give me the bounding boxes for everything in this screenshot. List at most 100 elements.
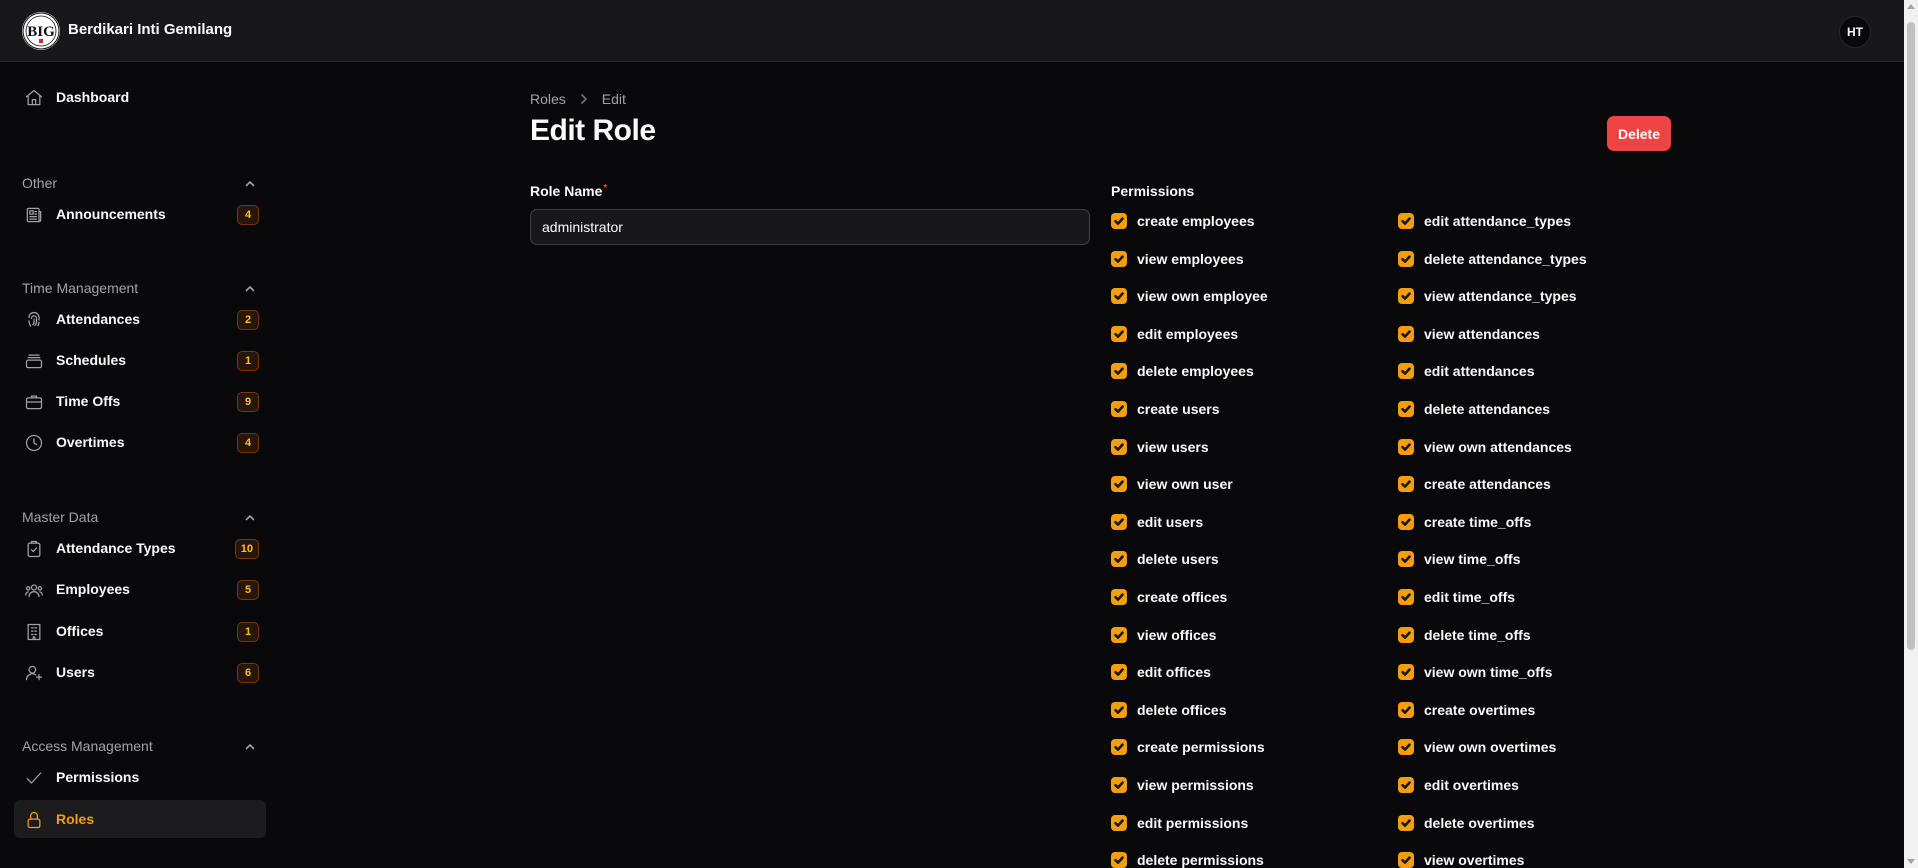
permission-item[interactable]: view attendances xyxy=(1398,324,1658,344)
permission-item[interactable]: create overtimes xyxy=(1398,700,1658,720)
permission-item[interactable]: view offices xyxy=(1111,625,1371,645)
chevron-up-icon[interactable] xyxy=(244,740,256,752)
permission-item[interactable]: delete attendances xyxy=(1398,399,1658,419)
sidebar-item-time-offs[interactable]: Time Offs 9 xyxy=(14,382,266,420)
permission-checkbox[interactable] xyxy=(1111,777,1127,793)
permission-checkbox[interactable] xyxy=(1111,476,1127,493)
permission-item[interactable]: delete offices xyxy=(1111,700,1371,720)
permission-item[interactable]: edit attendance_types xyxy=(1398,211,1658,231)
permission-item[interactable]: edit time_offs xyxy=(1398,587,1658,607)
permission-checkbox[interactable] xyxy=(1111,626,1127,643)
permission-checkbox[interactable] xyxy=(1111,363,1127,380)
group-header-access-management[interactable]: Access Management xyxy=(22,736,258,756)
permission-checkbox[interactable] xyxy=(1111,213,1127,229)
permission-item[interactable]: edit users xyxy=(1111,512,1371,532)
chevron-up-icon[interactable] xyxy=(244,177,256,189)
permission-checkbox[interactable] xyxy=(1398,852,1414,868)
permission-item[interactable]: delete users xyxy=(1111,549,1371,569)
sidebar-item-offices[interactable]: Offices 1 xyxy=(14,612,266,650)
permission-item[interactable]: delete attendance_types xyxy=(1398,249,1658,269)
permission-checkbox[interactable] xyxy=(1111,739,1127,756)
brand-name[interactable]: Berdikari Inti Gemilang xyxy=(68,21,232,38)
permission-item[interactable]: edit attendances xyxy=(1398,361,1658,381)
permission-checkbox[interactable] xyxy=(1398,589,1414,605)
sidebar-item-dashboard[interactable]: Dashboard xyxy=(14,78,266,116)
permission-item[interactable]: view time_offs xyxy=(1398,549,1658,569)
sidebar-item-overtimes[interactable]: Overtimes 4 xyxy=(14,423,266,461)
scroll-down-arrow-icon[interactable] xyxy=(1907,859,1915,864)
permission-checkbox[interactable] xyxy=(1111,589,1127,605)
permission-item[interactable]: delete overtimes xyxy=(1398,813,1658,833)
permission-item[interactable]: view permissions xyxy=(1111,775,1371,795)
sidebar-item-roles[interactable]: Roles xyxy=(14,800,266,838)
permission-item[interactable]: delete time_offs xyxy=(1398,625,1658,645)
scroll-up-arrow-icon[interactable] xyxy=(1907,4,1915,9)
chevron-up-icon[interactable] xyxy=(244,282,256,294)
permission-checkbox[interactable] xyxy=(1398,363,1414,380)
brand-logo[interactable]: BIG xyxy=(22,12,60,50)
permission-item[interactable]: view employees xyxy=(1111,249,1371,269)
permission-item[interactable]: edit permissions xyxy=(1111,813,1371,833)
permission-item[interactable]: create users xyxy=(1111,399,1371,419)
permission-checkbox[interactable] xyxy=(1398,401,1414,417)
permission-checkbox[interactable] xyxy=(1111,513,1127,530)
permission-checkbox[interactable] xyxy=(1111,701,1127,718)
permission-checkbox[interactable] xyxy=(1398,325,1414,342)
permission-item[interactable]: view own employee xyxy=(1111,286,1371,306)
permission-checkbox[interactable] xyxy=(1111,401,1127,417)
permission-item[interactable]: view own overtimes xyxy=(1398,737,1658,757)
permission-item[interactable]: view overtimes xyxy=(1398,850,1658,868)
permission-item[interactable]: view own user xyxy=(1111,474,1371,494)
permission-checkbox[interactable] xyxy=(1398,476,1414,493)
permission-item[interactable]: create permissions xyxy=(1111,737,1371,757)
sidebar-item-announcements[interactable]: Announcements 4 xyxy=(14,195,266,233)
permission-item[interactable]: view own attendances xyxy=(1398,437,1658,457)
permission-checkbox[interactable] xyxy=(1111,288,1127,305)
permission-item[interactable]: delete permissions xyxy=(1111,850,1371,868)
sidebar-item-users[interactable]: Users 6 xyxy=(14,653,266,691)
permission-item[interactable]: create employees xyxy=(1111,211,1371,231)
sidebar-item-attendances[interactable]: Attendances 2 xyxy=(14,300,266,338)
permission-checkbox[interactable] xyxy=(1111,250,1127,267)
permission-checkbox[interactable] xyxy=(1111,438,1127,455)
permission-checkbox[interactable] xyxy=(1111,852,1127,868)
permission-checkbox[interactable] xyxy=(1398,438,1414,455)
group-header-master-data[interactable]: Master Data xyxy=(22,507,258,527)
permission-checkbox[interactable] xyxy=(1111,814,1127,831)
permission-item[interactable]: edit employees xyxy=(1111,324,1371,344)
permission-item[interactable]: view users xyxy=(1111,437,1371,457)
permission-checkbox[interactable] xyxy=(1398,513,1414,530)
group-header-time-management[interactable]: Time Management xyxy=(22,278,258,298)
chevron-up-icon[interactable] xyxy=(244,511,256,523)
permission-checkbox[interactable] xyxy=(1398,777,1414,793)
permission-checkbox[interactable] xyxy=(1398,551,1414,568)
permission-item[interactable]: edit overtimes xyxy=(1398,775,1658,795)
page-scrollbar[interactable] xyxy=(1904,0,1918,868)
breadcrumb-roles-link[interactable]: Roles xyxy=(530,91,566,107)
permission-checkbox[interactable] xyxy=(1398,213,1414,229)
permission-item[interactable]: create offices xyxy=(1111,587,1371,607)
permission-checkbox[interactable] xyxy=(1398,250,1414,267)
sidebar-item-employees[interactable]: Employees 5 xyxy=(14,570,266,608)
permission-item[interactable]: view own time_offs xyxy=(1398,662,1658,682)
permission-checkbox[interactable] xyxy=(1398,664,1414,681)
permission-checkbox[interactable] xyxy=(1398,739,1414,756)
permission-item[interactable]: edit offices xyxy=(1111,662,1371,682)
permission-checkbox[interactable] xyxy=(1111,551,1127,568)
permission-item[interactable]: view attendance_types xyxy=(1398,286,1658,306)
permission-item[interactable]: create attendances xyxy=(1398,474,1658,494)
scroll-thumb[interactable] xyxy=(1907,22,1915,650)
permission-checkbox[interactable] xyxy=(1398,814,1414,831)
delete-button[interactable]: Delete xyxy=(1607,116,1671,151)
permission-checkbox[interactable] xyxy=(1398,701,1414,718)
permission-item[interactable]: delete employees xyxy=(1111,361,1371,381)
permission-checkbox[interactable] xyxy=(1111,664,1127,681)
permission-checkbox[interactable] xyxy=(1398,288,1414,305)
sidebar-item-permissions[interactable]: Permissions xyxy=(14,758,266,796)
user-avatar[interactable]: HT xyxy=(1839,16,1871,48)
permission-checkbox[interactable] xyxy=(1398,626,1414,643)
permission-checkbox[interactable] xyxy=(1111,325,1127,342)
sidebar-item-attendance-types[interactable]: Attendance Types 10 xyxy=(14,529,266,567)
role-name-input[interactable] xyxy=(530,209,1090,245)
sidebar-item-schedules[interactable]: Schedules 1 xyxy=(14,341,266,379)
